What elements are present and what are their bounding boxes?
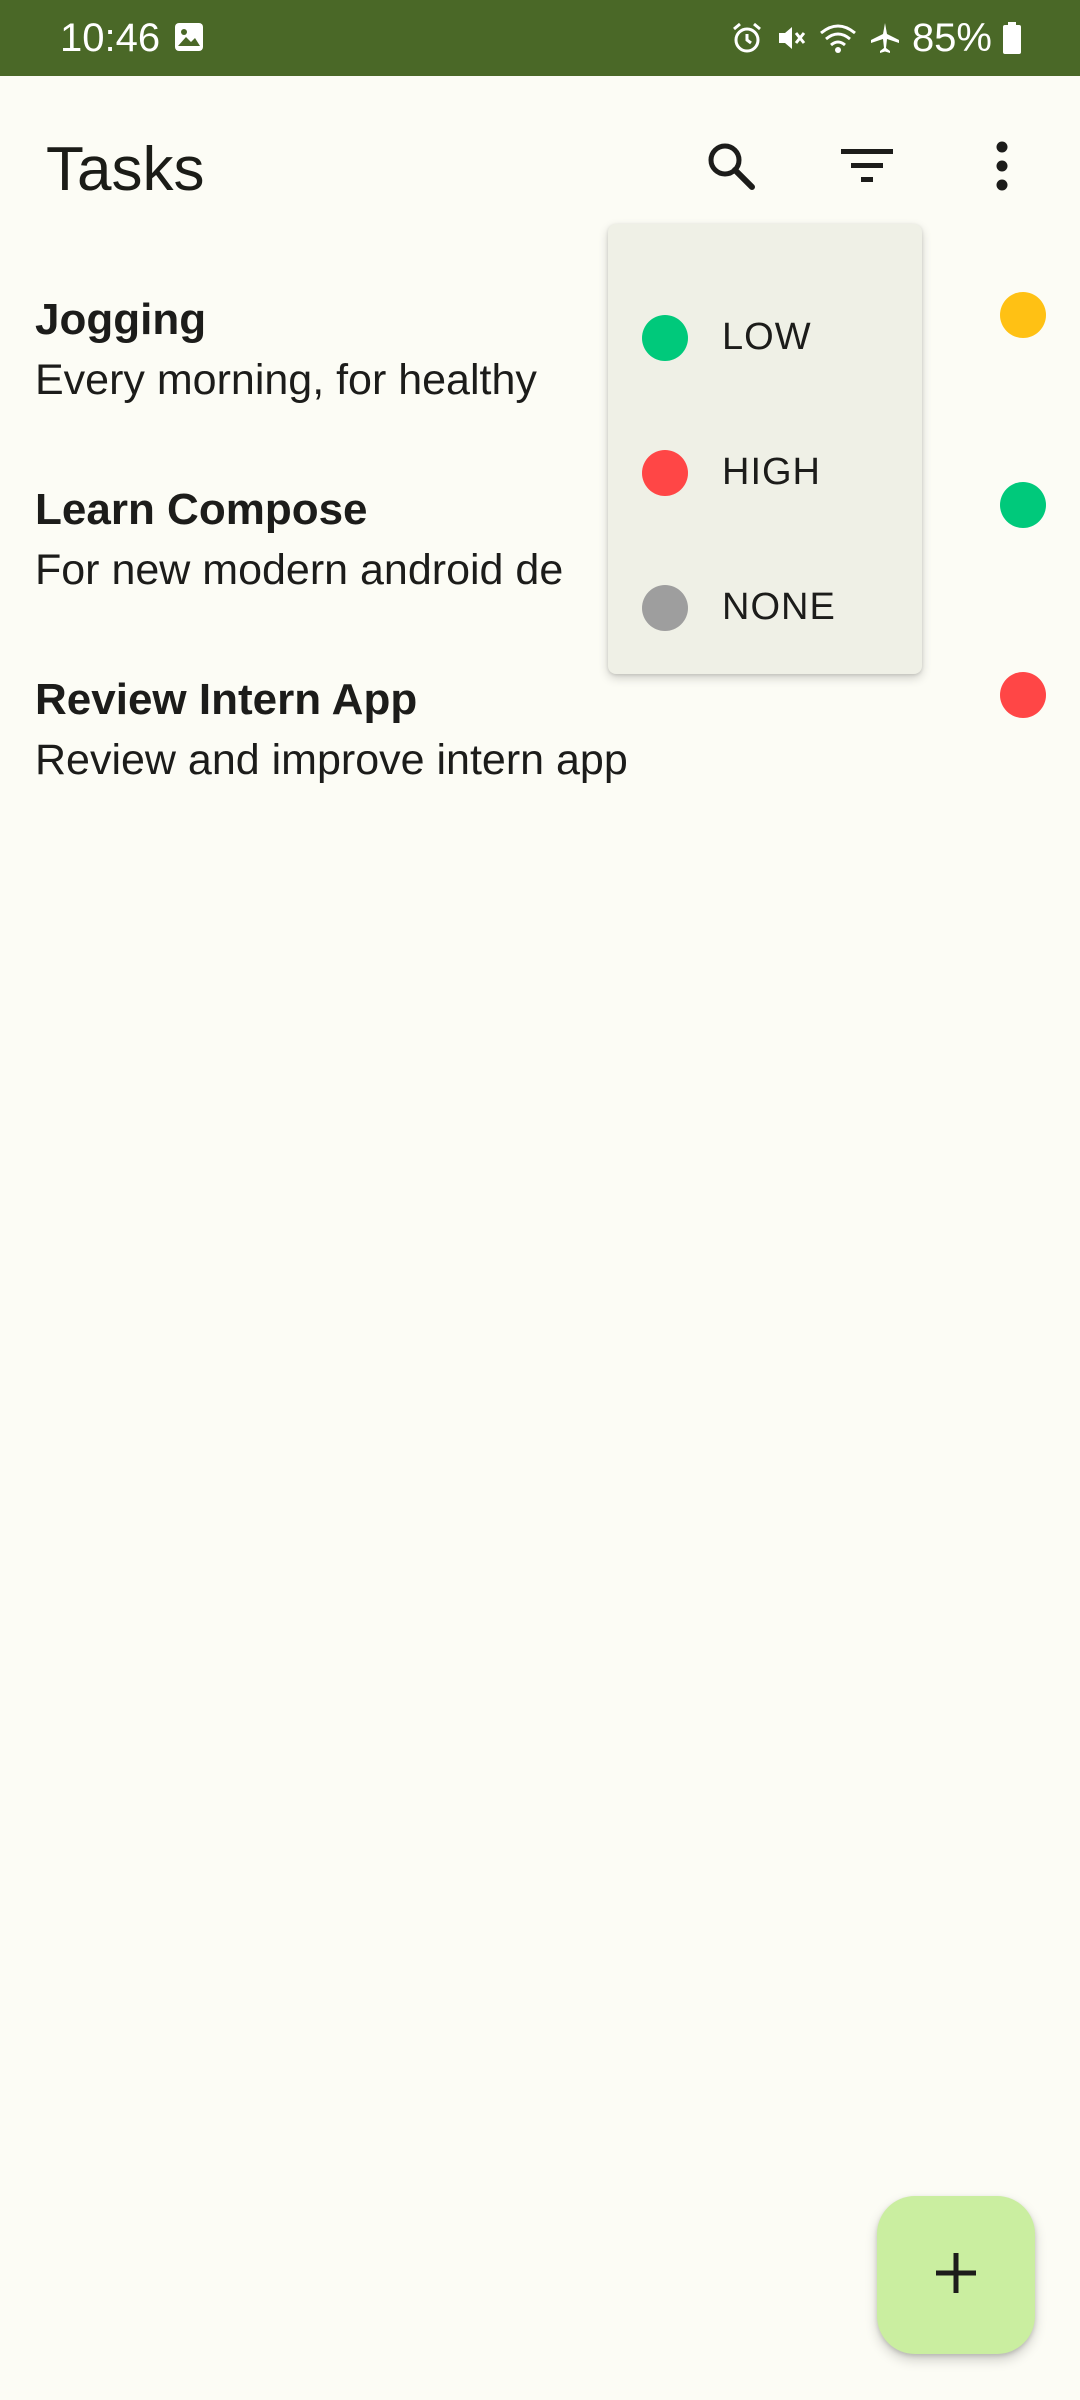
mute-icon: [774, 21, 808, 55]
task-title: Review Intern App: [35, 675, 418, 724]
more-vert-icon: [994, 141, 1010, 196]
battery-level: 85%: [911, 16, 992, 60]
priority-filter-menu: LOW HIGH NONE: [608, 224, 922, 674]
filter-icon: [839, 146, 895, 191]
status-time: 10:46: [60, 16, 161, 60]
filter-button[interactable]: [825, 126, 909, 210]
priority-indicator-icon: [1000, 292, 1046, 338]
status-icons: 85%: [730, 14, 1022, 62]
priority-dot-icon: [642, 584, 688, 631]
menu-item-none[interactable]: NONE: [608, 540, 922, 675]
menu-item-label: LOW: [722, 316, 812, 358]
search-icon: [703, 138, 759, 199]
task-description: For new modern android de: [35, 546, 564, 594]
task-title: Jogging: [35, 295, 207, 344]
battery-icon: [1002, 21, 1022, 55]
airplane-icon: [868, 21, 902, 55]
search-button[interactable]: [689, 126, 773, 210]
add-task-button[interactable]: [877, 2196, 1035, 2354]
more-options-button[interactable]: [960, 126, 1044, 210]
task-description: Every morning, for healthy: [35, 356, 537, 404]
status-bar: 10:46 85%: [0, 0, 1080, 76]
menu-item-label: HIGH: [722, 451, 821, 493]
menu-item-high[interactable]: HIGH: [608, 405, 922, 540]
menu-item-label: NONE: [722, 586, 836, 628]
page-title: Tasks: [46, 135, 205, 204]
task-item[interactable]: Review Intern App Review and improve int…: [0, 660, 1080, 850]
priority-dot-icon: [642, 449, 688, 496]
priority-indicator-icon: [1000, 672, 1046, 718]
task-description: Review and improve intern app: [35, 736, 628, 784]
add-icon: [934, 2251, 978, 2300]
wifi-icon: [818, 21, 858, 55]
task-title: Learn Compose: [35, 485, 368, 534]
menu-item-low[interactable]: LOW: [608, 270, 922, 405]
alarm-icon: [730, 21, 764, 55]
priority-dot-icon: [642, 314, 688, 361]
gallery-icon: [174, 22, 204, 52]
priority-indicator-icon: [1000, 482, 1046, 528]
